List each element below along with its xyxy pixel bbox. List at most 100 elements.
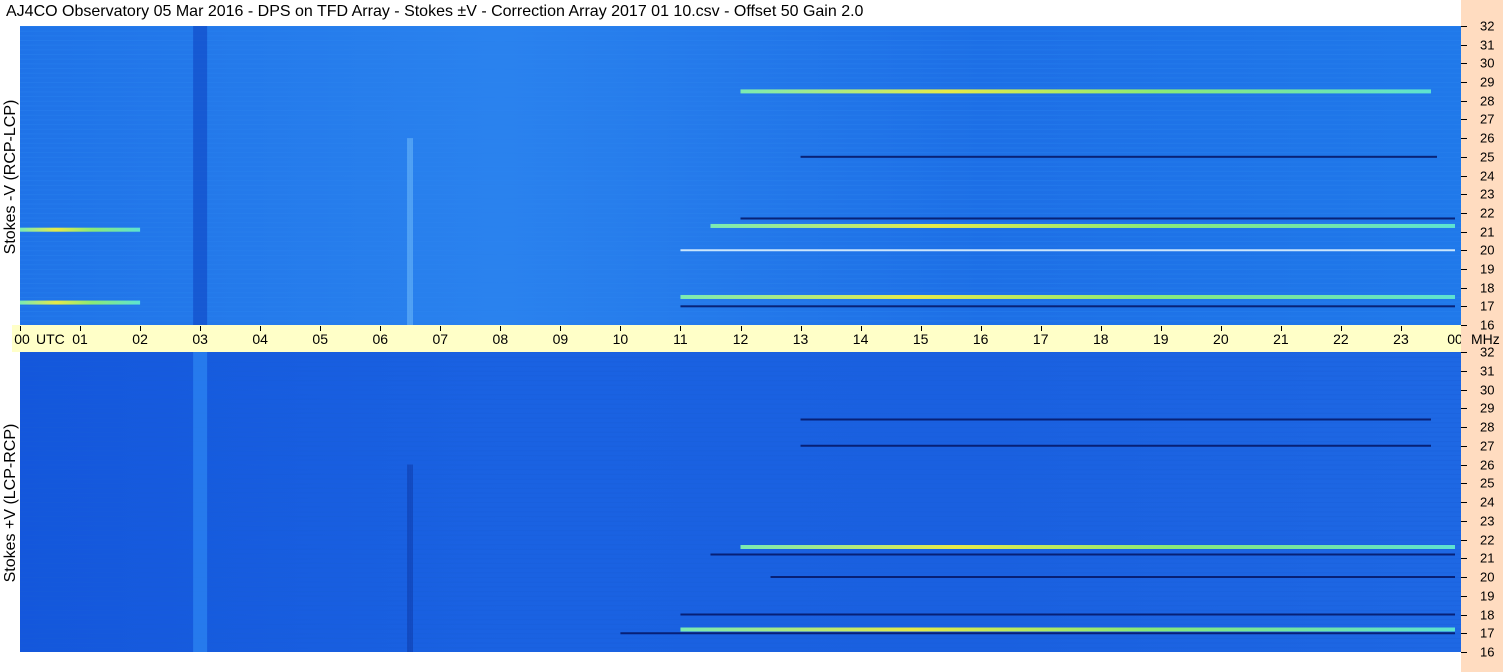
texture-line [20, 147, 1461, 149]
texture-line [20, 441, 1461, 443]
emission-band [740, 545, 1455, 549]
emission-band [740, 217, 1455, 220]
x-tick-label: 06 [372, 331, 389, 347]
burst-streak [409, 464, 411, 652]
y-tick-mark [1461, 408, 1467, 410]
texture-line [20, 389, 1461, 391]
y-tick-label: 32 [1480, 18, 1495, 34]
y-tick-label: 26 [1480, 130, 1495, 146]
y-tick-mark [1461, 389, 1467, 391]
texture-line [20, 142, 1461, 144]
y-tick-label: 25 [1480, 149, 1495, 165]
y-tick-mark [1461, 119, 1467, 121]
texture-line [20, 222, 1461, 224]
emission-band [680, 305, 1455, 308]
texture-line [20, 417, 1461, 419]
x-tick-label: 22 [1333, 331, 1349, 347]
x-tick-label: 17 [1032, 331, 1049, 347]
y-tick-mark [1461, 325, 1467, 326]
texture-line [20, 231, 1461, 233]
texture-line [20, 30, 1461, 32]
y-tick-mark [1461, 577, 1467, 578]
burst-streak [411, 464, 413, 652]
y-tick-label: 31 [1480, 37, 1495, 53]
y-tick-mark [1461, 558, 1467, 560]
texture-line [20, 54, 1461, 56]
texture-line [20, 110, 1461, 112]
emission-band [680, 294, 1455, 299]
emission-band [800, 155, 1437, 158]
texture-line [20, 455, 1461, 457]
texture-line [20, 198, 1461, 200]
top-panel-ylabel: Stokes -V (RCP-LCP) [2, 99, 19, 255]
y-tick-mark [1461, 595, 1467, 597]
y-tick-mark [1461, 44, 1467, 46]
y-tick-label: 31 [1480, 363, 1495, 379]
x-tick-label: 12 [732, 331, 749, 347]
texture-line [20, 315, 1461, 317]
y-tick-mark [1461, 63, 1467, 65]
texture-line [20, 506, 1461, 508]
texture-line [20, 212, 1461, 214]
y-tick-label: 23 [1480, 513, 1495, 529]
texture-line [20, 124, 1461, 126]
texture-line [20, 516, 1461, 518]
texture-line [20, 558, 1461, 560]
y-tick-mark [1461, 138, 1467, 140]
texture-line [20, 35, 1461, 37]
texture-line [20, 464, 1461, 466]
texture-line [20, 591, 1461, 593]
y-tick-mark [1461, 231, 1467, 233]
y-tick-label: 30 [1480, 382, 1495, 397]
bottom-panel-ylabel: Stokes +V (LCP-RCP) [2, 423, 19, 583]
burst-streak [411, 138, 413, 325]
y-tick-label: 28 [1480, 93, 1495, 109]
texture-line [20, 356, 1461, 358]
y-tick-label: 29 [1480, 400, 1495, 416]
texture-line [20, 40, 1461, 42]
texture-line [20, 403, 1461, 405]
x-tick-label: 15 [912, 331, 929, 347]
y-tick-label: 18 [1480, 280, 1495, 296]
texture-line [20, 492, 1461, 494]
texture-line [20, 208, 1461, 210]
emission-band [680, 627, 1455, 632]
texture-line [20, 82, 1461, 84]
y-tick-label: 23 [1480, 186, 1495, 202]
y-tick-mark [1461, 614, 1467, 616]
y-tick-label: 27 [1480, 438, 1495, 454]
top-spectrogram-svg [20, 26, 1461, 325]
texture-line [20, 240, 1461, 242]
x-tick-label: 00 [14, 331, 30, 347]
texture-line [20, 86, 1461, 88]
x-tick-label: 18 [1092, 331, 1109, 347]
y-tick-label: 20 [1480, 569, 1495, 585]
texture-line [20, 502, 1461, 503]
texture-line [20, 483, 1461, 485]
y-tick-mark [1461, 427, 1467, 428]
texture-line [20, 292, 1461, 294]
texture-line [20, 44, 1461, 46]
y-tick-mark [1461, 633, 1467, 635]
texture-line [20, 370, 1461, 372]
top-spectrogram [20, 26, 1461, 325]
texture-line [20, 203, 1461, 205]
texture-line [20, 647, 1461, 649]
texture-line [20, 58, 1461, 60]
texture-line [20, 619, 1461, 621]
bright-column [193, 352, 208, 652]
texture-line [20, 427, 1461, 428]
emission-band [740, 89, 1431, 94]
texture-line [20, 152, 1461, 154]
y-tick-mark [1461, 212, 1467, 214]
texture-line [20, 361, 1461, 363]
y-tick-mark [1461, 539, 1467, 541]
texture-line [20, 469, 1461, 471]
y-tick-label: 27 [1480, 111, 1495, 127]
x-tick-label: 04 [252, 331, 268, 347]
texture-line [20, 180, 1461, 182]
texture-line [20, 245, 1461, 247]
emission-band [680, 613, 1455, 616]
x-tick-label: 13 [792, 331, 809, 347]
emission-band [20, 227, 141, 232]
